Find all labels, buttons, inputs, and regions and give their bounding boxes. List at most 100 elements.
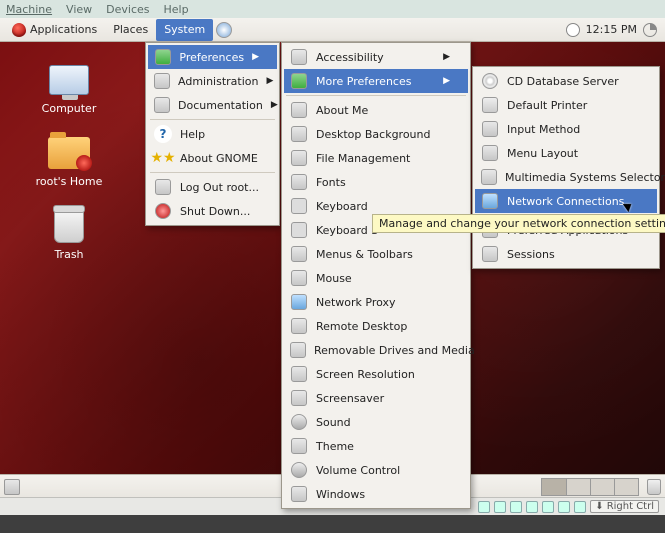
prefs-theme[interactable]: Theme xyxy=(284,434,468,458)
menu-layout-icon xyxy=(482,145,498,161)
vm-usb-icon[interactable] xyxy=(526,501,538,513)
workspace-4[interactable] xyxy=(614,479,638,495)
top-panel: Applications Places System 12:15 PM xyxy=(0,18,665,42)
workspace-2[interactable] xyxy=(566,479,590,495)
redhat-icon xyxy=(12,23,26,37)
menu-applications[interactable]: Applications xyxy=(4,19,105,41)
prefs-sound-label: Sound xyxy=(316,416,351,429)
prefs-volume-control[interactable]: Volume Control xyxy=(284,458,468,482)
vm-menu-help[interactable]: Help xyxy=(164,3,189,16)
workspace-3[interactable] xyxy=(590,479,614,495)
system-menu-help[interactable]: ? Help xyxy=(148,122,277,146)
desktop-icon-trash[interactable]: Trash xyxy=(24,206,114,261)
fonts-icon xyxy=(291,174,307,190)
menus-toolbars-icon xyxy=(291,246,307,262)
administration-icon xyxy=(154,73,170,89)
system-menu-administration-label: Administration xyxy=(178,75,259,88)
vm-menu-machine[interactable]: Machine xyxy=(6,3,52,16)
moreprefs-sessions[interactable]: Sessions xyxy=(475,242,657,266)
prefs-file-management[interactable]: File Management xyxy=(284,146,468,170)
prefs-about-me-label: About Me xyxy=(316,104,368,117)
prefs-fonts[interactable]: Fonts xyxy=(284,170,468,194)
cd-icon xyxy=(482,73,498,89)
vm-menu-devices[interactable]: Devices xyxy=(106,3,149,16)
desktop-icon-trash-label: Trash xyxy=(24,248,114,261)
system-menu-shutdown[interactable]: Shut Down... xyxy=(148,199,277,223)
system-menu-about-gnome[interactable]: ★★ About GNOME xyxy=(148,146,277,170)
vm-net-icon[interactable] xyxy=(510,501,522,513)
vm-shared-icon[interactable] xyxy=(542,501,554,513)
prefs-screensaver[interactable]: Screensaver xyxy=(284,386,468,410)
show-desktop-button[interactable] xyxy=(4,479,20,495)
system-menu-help-label: Help xyxy=(180,128,205,141)
menu-places[interactable]: Places xyxy=(105,19,156,41)
menu-separator xyxy=(150,119,275,120)
moreprefs-menu-layout-label: Menu Layout xyxy=(507,147,578,160)
menu-separator xyxy=(286,95,466,96)
desktop-icon-home-label: root's Home xyxy=(24,175,114,188)
screensaver-icon xyxy=(291,390,307,406)
prefs-about-me[interactable]: About Me xyxy=(284,98,468,122)
system-menu-logout-label: Log Out root... xyxy=(180,181,259,194)
desktop-background-icon xyxy=(291,126,307,142)
desktop-icon-computer[interactable]: Computer xyxy=(24,60,114,115)
update-notifier-icon[interactable] xyxy=(566,23,580,37)
vm-mouse-icon[interactable] xyxy=(574,501,586,513)
moreprefs-mm-selector-label: Multimedia Systems Selector xyxy=(505,171,665,184)
vm-display-icon[interactable] xyxy=(558,501,570,513)
prefs-remote-desktop-label: Remote Desktop xyxy=(316,320,407,333)
menu-places-label: Places xyxy=(113,23,148,36)
workspace-switcher[interactable] xyxy=(541,478,639,496)
prefs-removable-label: Removable Drives and Media xyxy=(314,344,475,357)
browser-launcher-icon[interactable] xyxy=(215,21,233,39)
chevron-right-icon: ▶ xyxy=(271,100,278,110)
panel-trash-icon[interactable] xyxy=(647,479,661,495)
vm-menu-view[interactable]: View xyxy=(66,3,92,16)
vm-cd-icon[interactable] xyxy=(494,501,506,513)
prefs-windows[interactable]: Windows xyxy=(284,482,468,506)
input-method-icon xyxy=(482,121,498,137)
theme-icon xyxy=(291,438,307,454)
prefs-network-proxy[interactable]: Network Proxy xyxy=(284,290,468,314)
prefs-accessibility-label: Accessibility xyxy=(316,51,384,64)
menu-system[interactable]: System xyxy=(156,19,213,41)
prefs-network-proxy-label: Network Proxy xyxy=(316,296,396,309)
system-menu-logout[interactable]: Log Out root... xyxy=(148,175,277,199)
prefs-desktop-background[interactable]: Desktop Background xyxy=(284,122,468,146)
system-menu-documentation[interactable]: Documentation ▶ xyxy=(148,93,277,117)
sessions-icon xyxy=(482,246,498,262)
moreprefs-input-method[interactable]: Input Method xyxy=(475,117,657,141)
prefs-more-preferences[interactable]: More Preferences ▶ xyxy=(284,69,468,93)
trash-icon xyxy=(54,209,84,243)
more-preferences-icon xyxy=(291,73,307,89)
vm-hostkey-indicator[interactable]: ⬇ Right Ctrl xyxy=(590,500,659,513)
about-gnome-icon: ★★ xyxy=(154,149,172,167)
moreprefs-sessions-label: Sessions xyxy=(507,248,555,261)
prefs-mouse[interactable]: Mouse xyxy=(284,266,468,290)
system-menu-documentation-label: Documentation xyxy=(178,99,263,112)
clock[interactable]: 12:15 PM xyxy=(586,23,637,36)
prefs-accessibility[interactable]: Accessibility ▶ xyxy=(284,45,468,69)
logout-icon xyxy=(155,179,171,195)
desktop-icon-home[interactable]: root's Home xyxy=(24,133,114,188)
moreprefs-mm-selector[interactable]: Multimedia Systems Selector xyxy=(475,165,657,189)
system-menu-preferences[interactable]: Preferences ▶ xyxy=(148,45,277,69)
prefs-fonts-label: Fonts xyxy=(316,176,346,189)
workspace-1[interactable] xyxy=(542,479,566,495)
shutdown-icon xyxy=(155,203,171,219)
prefs-screen-resolution[interactable]: Screen Resolution xyxy=(284,362,468,386)
desktop-area[interactable]: Applications Places System 12:15 PM Comp… xyxy=(0,18,665,515)
desktop-icon-computer-label: Computer xyxy=(24,102,114,115)
system-menu-administration[interactable]: Administration ▶ xyxy=(148,69,277,93)
prefs-remote-desktop[interactable]: Remote Desktop xyxy=(284,314,468,338)
prefs-menus-toolbars[interactable]: Menus & Toolbars xyxy=(284,242,468,266)
vm-hdd-icon[interactable] xyxy=(478,501,490,513)
moreprefs-default-printer[interactable]: Default Printer xyxy=(475,93,657,117)
moreprefs-menu-layout[interactable]: Menu Layout xyxy=(475,141,657,165)
prefs-screensaver-label: Screensaver xyxy=(316,392,384,405)
volume-icon[interactable] xyxy=(643,23,657,37)
prefs-sound[interactable]: Sound xyxy=(284,410,468,434)
chevron-right-icon: ▶ xyxy=(443,76,450,86)
moreprefs-cd-database[interactable]: CD Database Server xyxy=(475,69,657,93)
prefs-removable[interactable]: Removable Drives and Media xyxy=(284,338,468,362)
